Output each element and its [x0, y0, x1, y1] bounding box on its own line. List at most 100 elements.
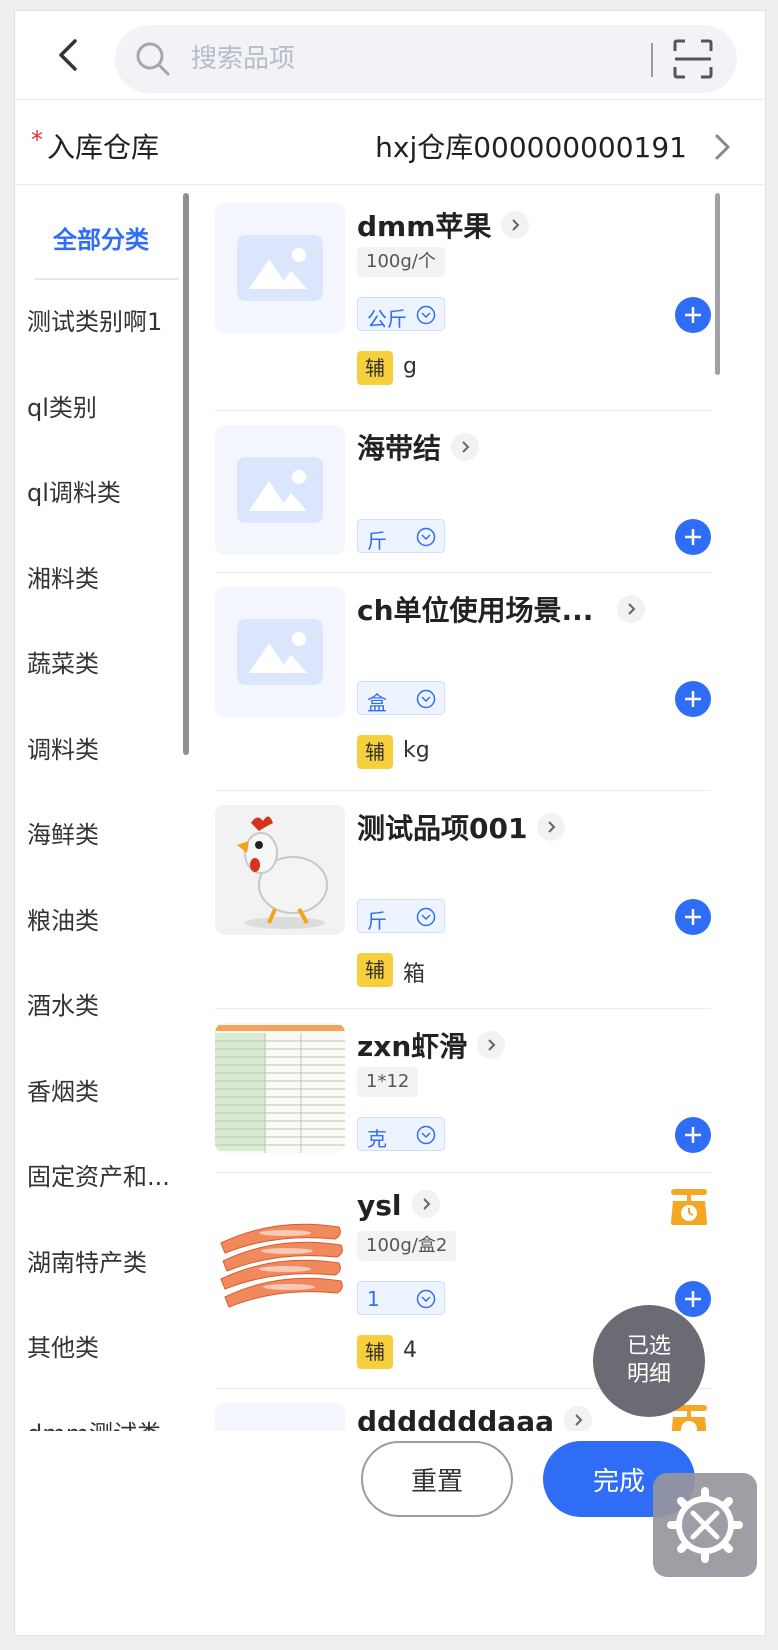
- chevron-right-icon: [617, 595, 646, 623]
- category-label: 湘料类: [27, 564, 99, 593]
- unit-dropdown[interactable]: 盒: [357, 681, 445, 715]
- app-screen: * 入库仓库 hxj仓库000000000191 全部分类 测试类别啊1 ql类…: [14, 10, 766, 1636]
- add-button[interactable]: [675, 1281, 711, 1317]
- category-label: 酒水类: [27, 991, 99, 1020]
- category-label: 香烟类: [27, 1077, 99, 1106]
- category-label: 粮油类: [27, 906, 99, 935]
- category-label: 测试类别啊1: [27, 307, 163, 336]
- back-button[interactable]: [45, 31, 93, 79]
- product-name[interactable]: ch单位使用场景...: [357, 589, 646, 629]
- add-button[interactable]: [675, 899, 711, 935]
- chevron-right-icon: [411, 1190, 440, 1218]
- bottom-action-bar: 重置 完成: [15, 1431, 765, 1635]
- product-image: [215, 805, 345, 935]
- unit-value: 公斤: [367, 307, 407, 331]
- add-button[interactable]: [675, 1117, 711, 1153]
- category-item[interactable]: 蔬菜类: [27, 631, 177, 691]
- category-item[interactable]: 湖南特产类: [27, 1230, 177, 1290]
- product-image: [215, 1023, 345, 1153]
- category-item[interactable]: 海鲜类: [27, 802, 177, 862]
- category-item[interactable]: dmm测试类: [27, 1401, 177, 1436]
- category-all[interactable]: 全部分类: [15, 207, 187, 267]
- scan-icon[interactable]: [671, 37, 715, 81]
- category-sidebar: 全部分类 测试类别啊1 ql类别 ql调料类 湘料类 蔬菜类 调料类 海鲜类 粮…: [15, 189, 187, 1435]
- warehouse-label: 入库仓库: [47, 131, 160, 164]
- product-name-text: ch单位使用场景...: [357, 594, 594, 627]
- product-name[interactable]: 海带结: [357, 427, 480, 467]
- plus-icon: [685, 909, 701, 925]
- top-bar: [15, 11, 765, 103]
- warehouse-selector[interactable]: * 入库仓库 hxj仓库000000000191: [15, 104, 765, 188]
- product-card: dmm苹果 100g/个 公斤 辅 g: [215, 189, 711, 411]
- aux-unit-badge: 辅: [357, 1335, 393, 1369]
- unit-dropdown[interactable]: 1: [357, 1281, 445, 1315]
- category-item[interactable]: 其他类: [27, 1315, 177, 1375]
- product-image: [215, 203, 345, 333]
- search-bar[interactable]: [115, 25, 737, 93]
- product-name[interactable]: zxn虾滑: [357, 1025, 506, 1065]
- unit-value: 1: [367, 1287, 380, 1311]
- category-item[interactable]: 香烟类: [27, 1059, 177, 1119]
- image-placeholder-icon: [237, 619, 323, 685]
- plus-icon: [685, 529, 701, 545]
- add-button[interactable]: [675, 519, 711, 555]
- selected-detail-line2: 明细: [626, 1362, 671, 1387]
- image-placeholder-icon: [237, 457, 323, 523]
- product-name-text: ysl: [357, 1189, 402, 1222]
- product-name[interactable]: ysl: [357, 1189, 440, 1222]
- unit-dropdown[interactable]: 斤: [357, 519, 445, 553]
- product-name-text: zxn虾滑: [357, 1030, 468, 1063]
- category-item[interactable]: 固定资产和...: [27, 1144, 177, 1204]
- chevron-down-icon: [416, 527, 436, 547]
- product-image: [215, 587, 345, 717]
- unit-value: 盒: [367, 691, 387, 715]
- unit-dropdown[interactable]: 公斤: [357, 297, 445, 331]
- category-label: 调料类: [27, 735, 99, 764]
- unit-value: 克: [367, 1127, 387, 1151]
- unit-dropdown[interactable]: 斤: [357, 899, 445, 933]
- aux-unit-value: kg: [403, 738, 430, 763]
- category-label: 湖南特产类: [27, 1248, 147, 1277]
- category-item[interactable]: ql调料类: [27, 460, 177, 520]
- category-item[interactable]: 测试类别啊1: [27, 289, 177, 349]
- product-card: 测试品项001 斤 辅 箱: [215, 791, 711, 1009]
- add-button[interactable]: [675, 681, 711, 717]
- image-placeholder-icon: [237, 235, 323, 301]
- category-item[interactable]: 调料类: [27, 717, 177, 777]
- product-name[interactable]: 测试品项001: [357, 807, 566, 847]
- unit-value: 斤: [367, 909, 387, 933]
- category-label: ql调料类: [27, 478, 121, 507]
- scale-icon[interactable]: [669, 1187, 709, 1227]
- required-mark: *: [31, 126, 43, 154]
- category-item[interactable]: 粮油类: [27, 888, 177, 948]
- unit-dropdown[interactable]: 克: [357, 1117, 445, 1151]
- chevron-down-icon: [416, 689, 436, 709]
- search-input[interactable]: [191, 39, 611, 79]
- warehouse-divider: [15, 184, 765, 185]
- add-button[interactable]: [675, 297, 711, 333]
- category-item[interactable]: 湘料类: [27, 546, 177, 606]
- aux-unit-value: 4: [403, 1338, 417, 1363]
- category-label: 海鲜类: [27, 820, 99, 849]
- spreadsheet-image-icon: [215, 1023, 345, 1153]
- header-divider: [15, 99, 765, 100]
- sidebar-scrollbar[interactable]: [183, 193, 189, 755]
- category-label: 蔬菜类: [27, 649, 99, 678]
- aux-unit-value: g: [403, 354, 417, 379]
- plus-icon: [685, 1291, 701, 1307]
- selected-detail-line1: 已选: [626, 1334, 671, 1359]
- chevron-right-icon: [501, 211, 530, 239]
- product-image: [215, 425, 345, 555]
- reset-button[interactable]: 重置: [361, 1441, 513, 1517]
- chevron-down-icon: [416, 305, 436, 325]
- category-item[interactable]: ql类别: [27, 375, 177, 435]
- chevron-right-icon: [715, 134, 730, 160]
- debug-tools-button[interactable]: [653, 1473, 757, 1577]
- product-card: 海带结 斤: [215, 411, 711, 573]
- product-name[interactable]: dmm苹果: [357, 205, 530, 245]
- list-scrollbar[interactable]: [715, 193, 720, 375]
- aux-unit-value: 箱: [403, 962, 426, 987]
- category-item[interactable]: 酒水类: [27, 973, 177, 1033]
- selected-detail-button[interactable]: 已选 明细: [593, 1305, 705, 1417]
- unit-value: 斤: [367, 529, 387, 553]
